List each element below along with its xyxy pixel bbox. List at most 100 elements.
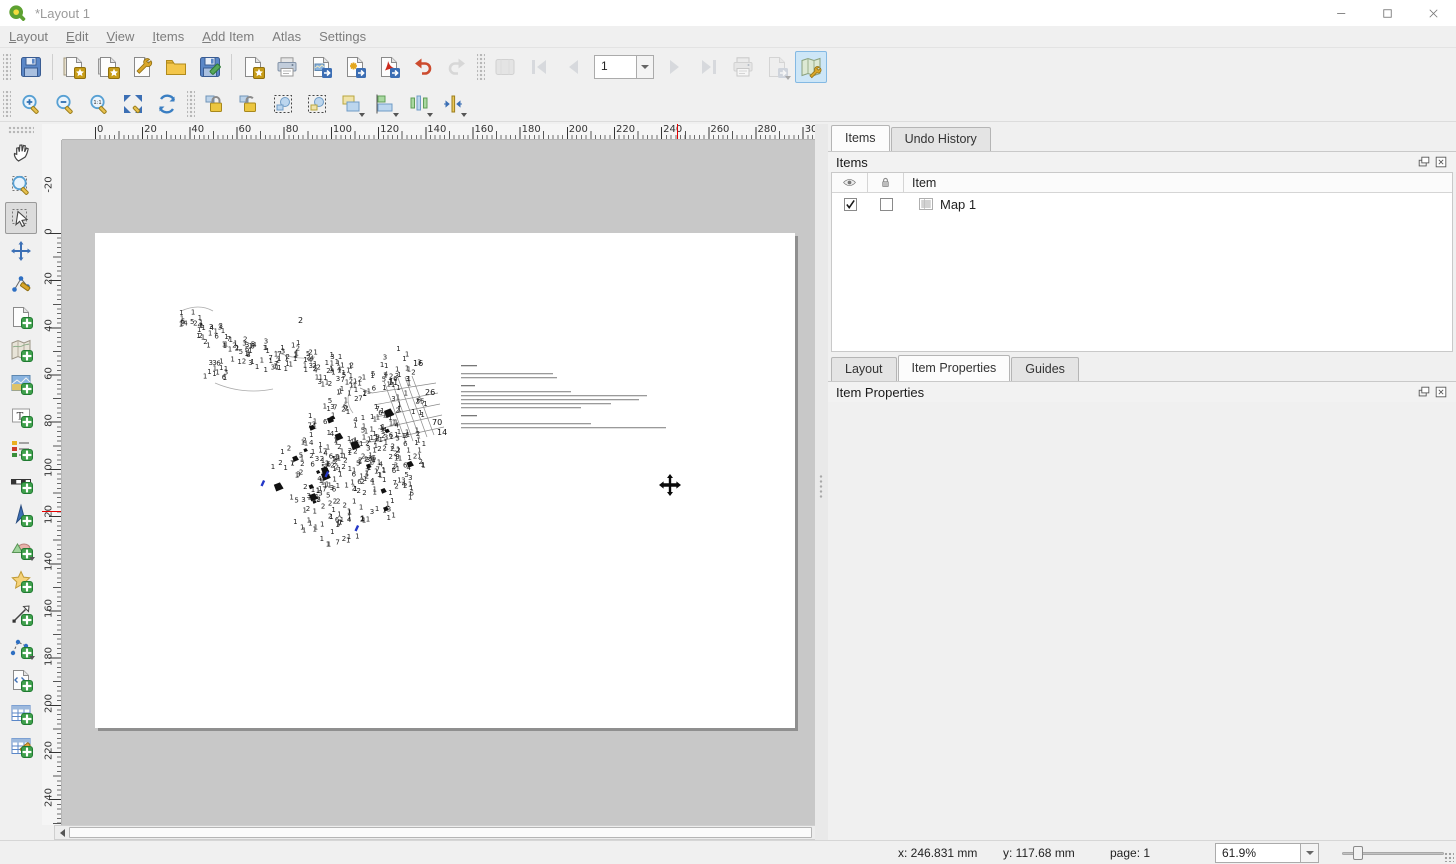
add-north-arrow-tool-button[interactable] [5, 499, 37, 531]
menu-edit[interactable]: Edit [57, 27, 97, 46]
move-item-content-tool-button[interactable] [5, 235, 37, 267]
add-items-from-template-button[interactable] [160, 51, 192, 83]
export-as-svg-button[interactable] [339, 51, 371, 83]
save-project-button[interactable] [15, 51, 47, 83]
raise-selected-items-button[interactable] [335, 88, 367, 120]
tab-guides[interactable]: Guides [1011, 357, 1079, 381]
zoom-slider[interactable] [1334, 843, 1446, 863]
svg-text:1: 1 [308, 412, 312, 420]
tab-items[interactable]: Items [831, 125, 890, 151]
atlas-settings-button[interactable] [795, 51, 827, 83]
refresh-view-button[interactable] [151, 88, 183, 120]
edit-nodes-item-tool-button[interactable] [5, 268, 37, 300]
window-resize-grip[interactable] [1444, 852, 1454, 862]
add-page-tool-button[interactable] [5, 301, 37, 333]
align-selected-items-button[interactable] [369, 88, 401, 120]
toolbar-grip[interactable] [187, 91, 195, 117]
svg-text:3: 3 [383, 353, 387, 361]
add-scalebar-tool-button[interactable] [5, 466, 37, 498]
export-as-pdf-button[interactable] [373, 51, 405, 83]
menu-layout[interactable]: Layout [0, 27, 57, 46]
group-items-button[interactable] [267, 88, 299, 120]
add-picture-tool-button[interactable] [5, 367, 37, 399]
panel-splitter[interactable] [815, 124, 828, 840]
scroll-left-arrow-icon[interactable] [55, 826, 69, 839]
export-as-image-button[interactable] [305, 51, 337, 83]
add-map-tool-button[interactable] [5, 334, 37, 366]
tab-item-properties[interactable]: Item Properties [898, 355, 1011, 381]
toolbar-grip[interactable] [3, 54, 11, 80]
distribute-selected-items-button[interactable] [403, 88, 435, 120]
zoom-full-button[interactable] [117, 88, 149, 120]
zoom-level-combobox[interactable]: 61.9% [1215, 843, 1319, 863]
zoom-slider-handle[interactable] [1353, 846, 1363, 860]
resize-selected-items-button[interactable] [437, 88, 469, 120]
atlas-page-dropdown-button[interactable] [636, 55, 654, 79]
maximize-button[interactable] [1364, 0, 1410, 26]
add-html-tool-button[interactable] [5, 664, 37, 696]
menu-atlas[interactable]: Atlas [263, 27, 310, 46]
add-attribute-table-tool-button[interactable] [5, 697, 37, 729]
svg-text:4: 4 [252, 341, 257, 349]
minimize-button[interactable] [1318, 0, 1364, 26]
close-button[interactable] [1410, 0, 1456, 26]
zoom-actual-button[interactable]: 1:1 [83, 88, 115, 120]
add-pages-button[interactable] [237, 51, 269, 83]
chevron-down-icon [785, 76, 791, 80]
toolbar-grip[interactable] [8, 126, 34, 134]
undo-button[interactable] [407, 51, 439, 83]
svg-text:2: 2 [358, 376, 362, 384]
float-panel-icon[interactable] [1417, 385, 1431, 399]
layout-page[interactable]: 1116224411514136211113111231135111171132… [95, 233, 795, 728]
zoom-tool-tool-button[interactable] [5, 169, 37, 201]
select-move-item-tool-button[interactable] [5, 202, 37, 234]
toolbar-grip[interactable] [3, 91, 11, 117]
svg-text:4: 4 [353, 416, 358, 424]
zoom-dropdown-button[interactable] [1300, 843, 1319, 863]
layout-canvas[interactable]: 1116224411514136211113111231135111171132… [62, 140, 815, 825]
menu-add-item[interactable]: Add Item [193, 27, 263, 46]
unlock-all-items-button[interactable] [233, 88, 265, 120]
lock-selected-items-button[interactable] [199, 88, 231, 120]
scrollbar-thumb[interactable] [69, 827, 812, 838]
menu-settings[interactable]: Settings [310, 27, 375, 46]
add-legend-tool-button[interactable] [5, 433, 37, 465]
group-items-icon [271, 92, 295, 116]
add-fixed-table-tool-button[interactable] [5, 730, 37, 762]
tab-layout[interactable]: Layout [831, 357, 897, 381]
visibility-checkbox[interactable] [844, 198, 857, 211]
ruler-tick-label: 240 [663, 124, 682, 135]
close-panel-icon[interactable] [1434, 385, 1448, 399]
ungroup-items-button[interactable] [301, 88, 333, 120]
atlas-page-combobox[interactable]: 1 [594, 55, 654, 79]
items-table-row[interactable]: Map 1 [832, 193, 1452, 215]
new-layout-button[interactable] [58, 51, 90, 83]
svg-text:1: 1 [394, 431, 398, 439]
layout-manager-button[interactable] [126, 51, 158, 83]
ruler-corner [42, 124, 62, 140]
add-arrow-tool-button[interactable] [5, 598, 37, 630]
menu-view[interactable]: View [97, 27, 143, 46]
toolbar-grip[interactable] [477, 54, 485, 80]
add-shape-tool-button[interactable] [5, 532, 37, 564]
horizontal-scrollbar[interactable] [54, 825, 827, 840]
add-node-item-tool-button[interactable] [5, 631, 37, 663]
zoom-level-value[interactable]: 61.9% [1215, 843, 1300, 863]
float-panel-icon[interactable] [1417, 155, 1431, 169]
save-as-template-button[interactable] [194, 51, 226, 83]
ruler-tick-label: 140 [427, 124, 446, 135]
menu-items[interactable]: Items [143, 27, 193, 46]
atlas-page-value[interactable]: 1 [594, 55, 636, 79]
lock-checkbox[interactable] [880, 198, 893, 211]
close-panel-icon[interactable] [1434, 155, 1448, 169]
add-marker-tool-button[interactable] [5, 565, 37, 597]
zoom-out-button[interactable] [49, 88, 81, 120]
unlock-all-items-icon [237, 92, 261, 116]
pan-layout-tool-button[interactable] [5, 136, 37, 168]
zoom-in-button[interactable] [15, 88, 47, 120]
map-item-preview[interactable]: 1116224411514136211113111231135111171132… [95, 233, 795, 728]
print-layout-button[interactable] [271, 51, 303, 83]
duplicate-layout-button[interactable] [92, 51, 124, 83]
tab-undo-history[interactable]: Undo History [891, 127, 991, 151]
add-label-tool-button[interactable]: T [5, 400, 37, 432]
